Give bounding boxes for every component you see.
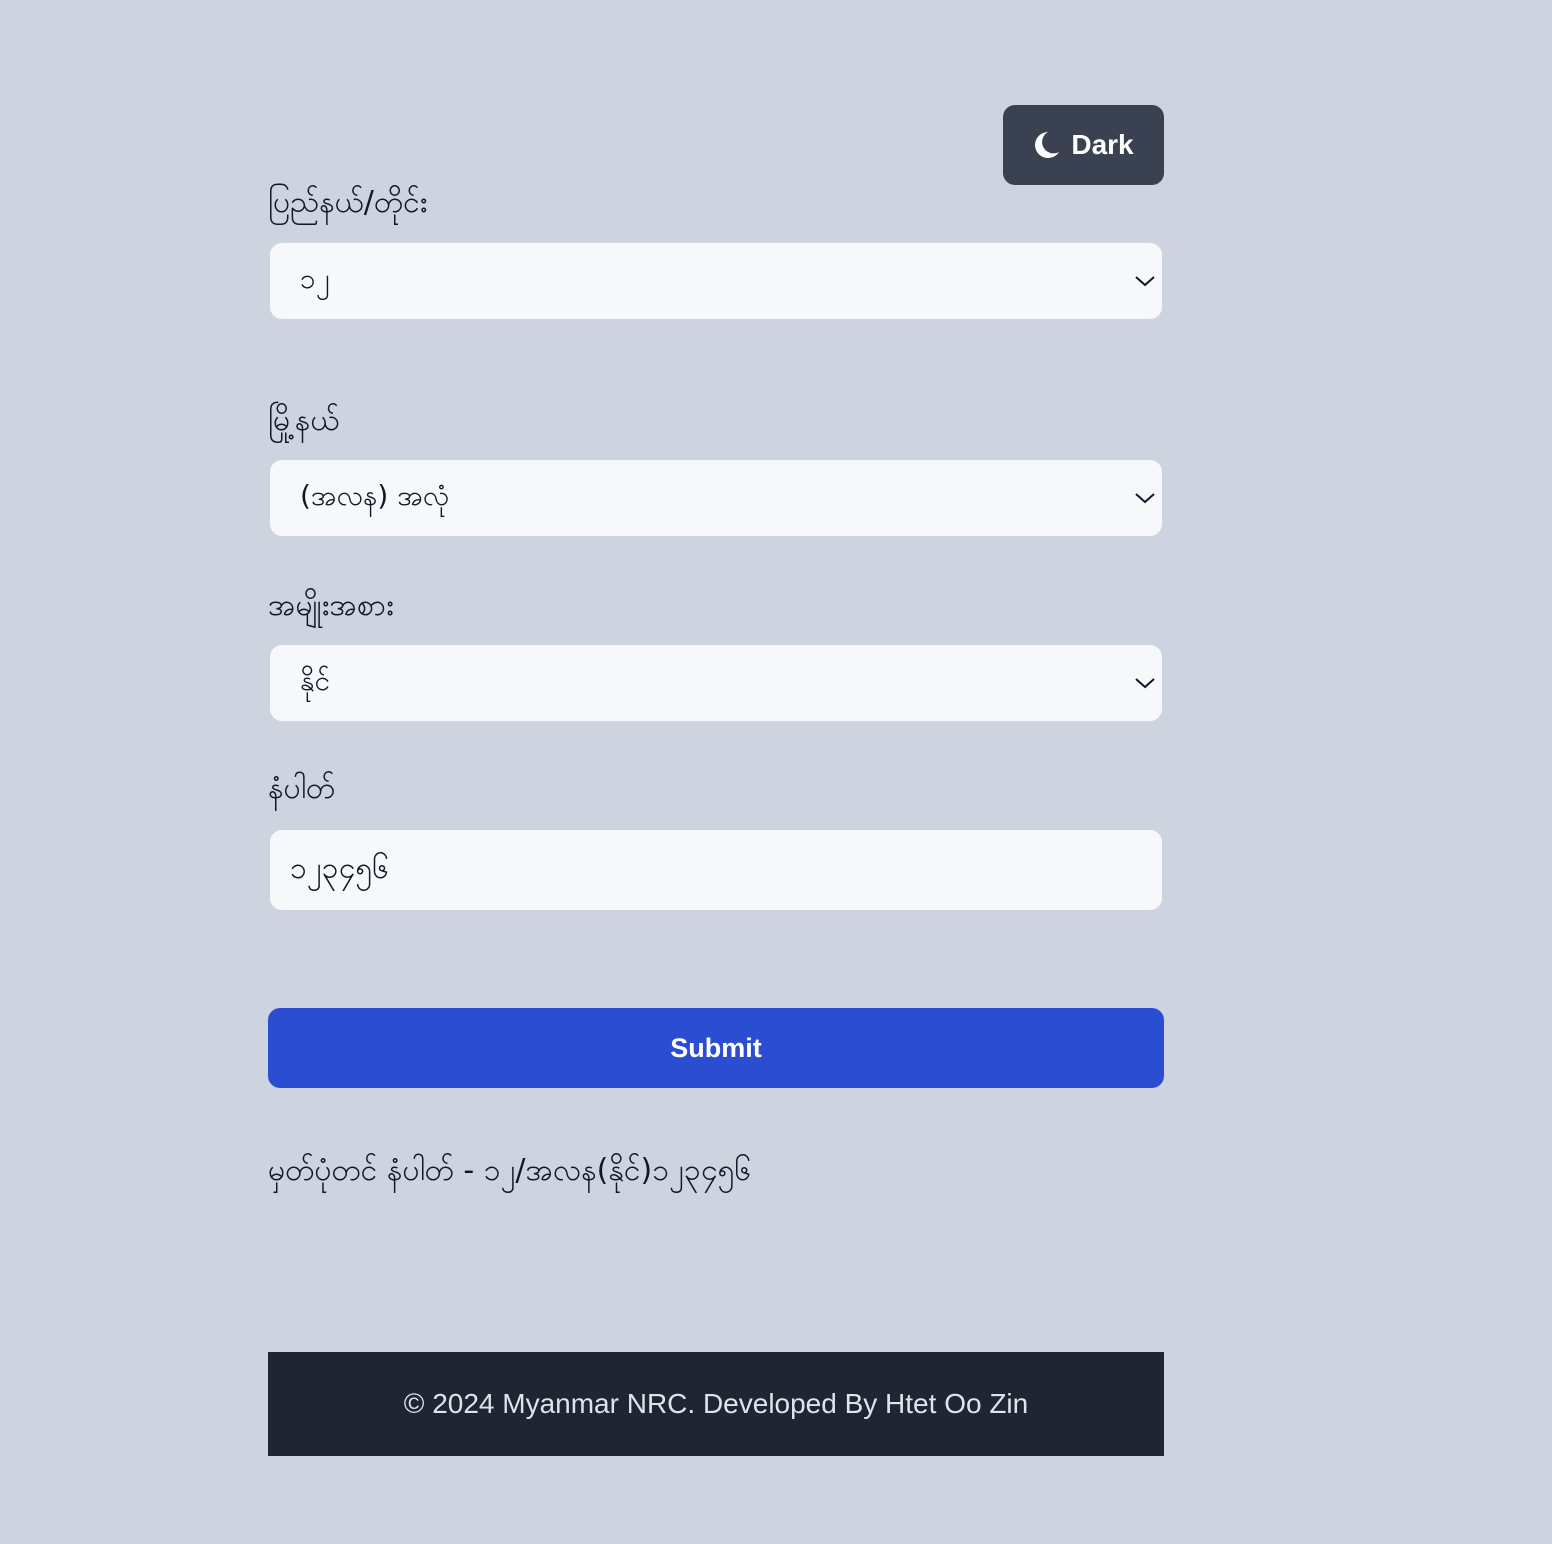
type-select-value: နိုင် — [300, 664, 330, 697]
footer-copyright: © 2024 Myanmar NRC. Developed By Htet Oo… — [403, 1388, 1029, 1419]
chevron-down-icon — [1135, 276, 1155, 287]
submit-button[interactable]: Submit — [268, 1008, 1164, 1088]
dark-mode-label: Dark — [1071, 129, 1134, 160]
township-select-value: (အလန) အလုံ — [300, 479, 450, 512]
type-select[interactable]: နိုင် — [270, 645, 1162, 721]
dark-mode-toggle-button[interactable]: Dark — [1003, 105, 1164, 185]
township-select[interactable]: (အလန) အလုံ — [270, 460, 1162, 536]
number-input[interactable]: ၁၂၃၄၅၆ — [270, 830, 1162, 910]
state-select-value: ၁၂ — [300, 262, 330, 295]
number-label: နံပါတ် — [268, 771, 336, 806]
footer: © 2024 Myanmar NRC. Developed By Htet Oo… — [268, 1352, 1164, 1456]
moon-icon — [1033, 130, 1061, 160]
nrc-result-text: မှတ်ပုံတင် နံပါတ် - ၁၂/အလန(နိုင်)၁၂၃၄၅၆ — [268, 1153, 752, 1188]
township-label: မြို့နယ် — [268, 403, 340, 438]
type-label: အမျိုးအစား — [268, 588, 394, 623]
state-select[interactable]: ၁၂ — [270, 243, 1162, 319]
submit-button-label: Submit — [670, 1032, 762, 1063]
state-label: ပြည်နယ်/တိုင်း — [268, 185, 428, 220]
number-input-value: ၁၂၃၄၅၆ — [290, 850, 390, 886]
chevron-down-icon — [1135, 678, 1155, 689]
chevron-down-icon — [1135, 493, 1155, 504]
